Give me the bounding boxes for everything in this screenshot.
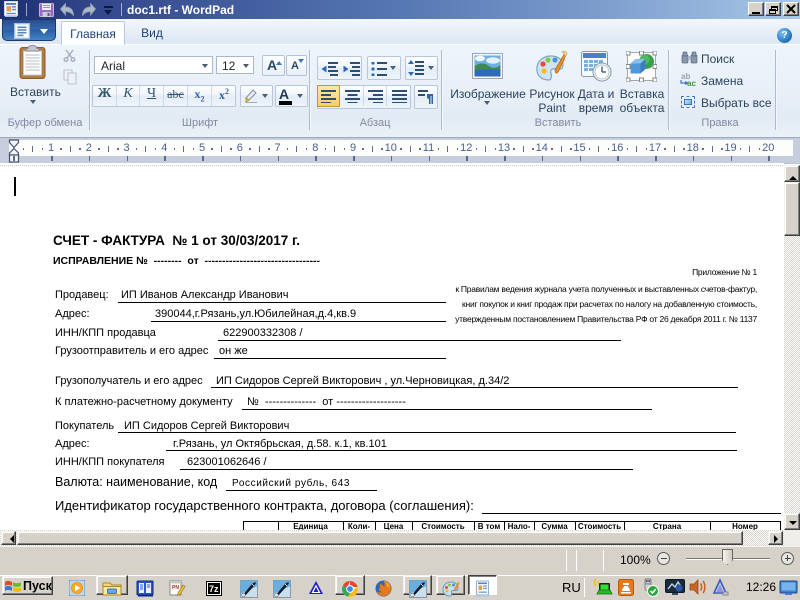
svg-text:7z: 7z	[209, 584, 219, 594]
svg-text:PN: PN	[172, 585, 179, 591]
